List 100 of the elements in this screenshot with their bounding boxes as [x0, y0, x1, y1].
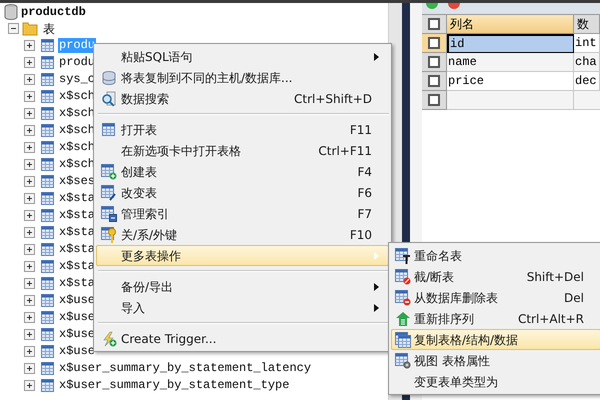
tree-item[interactable]: x$ses [58, 174, 96, 189]
menu-item[interactable]: 更多表操作 [96, 245, 389, 266]
table-cell[interactable]: dec [574, 72, 600, 91]
key-icon [101, 226, 117, 242]
menu-item[interactable]: 导入 [96, 297, 389, 318]
expand-icon[interactable] [24, 244, 35, 255]
table-icon [40, 106, 56, 122]
expand-icon[interactable] [24, 346, 35, 357]
menu-item[interactable]: 关/系/外键 F10 [96, 224, 389, 245]
collapse-icon[interactable] [8, 23, 19, 34]
expand-icon[interactable] [24, 227, 35, 238]
expand-icon[interactable] [24, 159, 35, 170]
table-icon [40, 140, 56, 156]
expand-icon[interactable] [24, 295, 35, 306]
row-header[interactable] [422, 72, 447, 91]
expand-icon[interactable] [24, 176, 35, 187]
menu-item[interactable]: 备份/导出 [96, 276, 389, 297]
expand-icon[interactable] [24, 261, 35, 272]
menu-item[interactable]: 改变表 F6 [96, 182, 389, 203]
menu-item[interactable]: 从数据库删除表 Del [391, 287, 600, 308]
row-header[interactable] [422, 91, 447, 110]
checkbox[interactable] [428, 94, 440, 106]
row-header[interactable] [422, 53, 447, 72]
table-icon [40, 344, 56, 360]
search-icon [101, 90, 117, 106]
menu-item[interactable]: 粘贴SQL语句 [96, 46, 389, 67]
tree-item[interactable]: x$use [58, 344, 96, 359]
expand-icon[interactable] [24, 91, 35, 102]
expand-icon[interactable] [24, 312, 35, 323]
checkbox[interactable] [428, 37, 440, 49]
expand-icon[interactable] [24, 74, 35, 85]
tree-item[interactable]: x$use [58, 293, 96, 308]
table-icon [40, 292, 56, 308]
expand-icon[interactable] [24, 278, 35, 289]
table-icon [40, 190, 56, 206]
expand-icon[interactable] [24, 210, 35, 221]
column-header[interactable]: 列名 [447, 15, 574, 34]
checkbox[interactable] [428, 56, 440, 68]
table-icon [40, 378, 56, 394]
cancel-icon[interactable] [448, 3, 460, 11]
expand-icon[interactable] [24, 125, 35, 136]
table-cell[interactable] [447, 91, 574, 110]
database-name[interactable]: productdb [21, 2, 86, 20]
tree-item[interactable]: x$sta [58, 208, 96, 223]
table-cell[interactable]: cha [574, 53, 600, 72]
expand-icon[interactable] [24, 108, 35, 119]
table-icon [40, 208, 56, 224]
menu-item[interactable]: 截/断表 Shift+Del [391, 266, 600, 287]
menu-item[interactable]: 打开表 F11 [96, 119, 389, 140]
truncate-icon [395, 268, 411, 284]
database-icon [101, 70, 117, 86]
tree-item[interactable]: x$sta [58, 242, 96, 257]
tree-item[interactable]: x$use [58, 327, 96, 342]
tree-item[interactable]: x$sta [58, 276, 96, 291]
table-icon [40, 38, 56, 54]
table-icon [40, 54, 56, 70]
menu-item[interactable]: 重命名表 [391, 245, 600, 266]
tree-item[interactable]: x$user_summary_by_statement_latency [58, 361, 312, 376]
menu-item[interactable]: 复制表格/结构/数据 [391, 329, 600, 350]
menu-item[interactable]: 创建表 F4 [96, 161, 389, 182]
expand-icon[interactable] [24, 329, 35, 340]
tree-item[interactable]: x$sta [58, 259, 96, 274]
table-icon [40, 72, 56, 88]
table-icon [40, 360, 56, 376]
menu-item[interactable]: 将表复制到不同的主机/数据库... [96, 67, 389, 88]
menu-item[interactable]: 在新选项卡中打开表格 Ctrl+F11 [96, 140, 389, 161]
row-header[interactable] [422, 34, 447, 53]
table-cell[interactable]: int [574, 34, 600, 53]
table-cell[interactable]: id [447, 34, 574, 53]
folder-icon [22, 21, 38, 36]
tree-item[interactable]: x$sta [58, 225, 96, 240]
table-icon [40, 276, 56, 292]
expand-icon[interactable] [24, 57, 35, 68]
menu-item[interactable]: 变更表单类型为 [391, 371, 600, 392]
menu-item[interactable]: 视图 表格属性 [391, 350, 600, 371]
expand-icon[interactable] [24, 380, 35, 391]
table-cell[interactable] [574, 91, 600, 110]
tree-item[interactable]: sys_c [58, 72, 96, 87]
menu-item[interactable]: 数据搜索 Ctrl+Shift+D [96, 88, 389, 109]
column-header[interactable]: 数 [574, 15, 600, 34]
table-icon [40, 88, 56, 104]
table-cell[interactable]: name [447, 53, 574, 72]
menu-item[interactable]: Create Trigger... [96, 328, 389, 349]
table-icon [40, 224, 56, 240]
checkbox[interactable] [428, 18, 440, 30]
tree-item[interactable]: x$sta [58, 191, 96, 206]
expand-icon[interactable] [24, 363, 35, 374]
copy-table-icon [395, 332, 411, 348]
menu-item[interactable]: 管理索引 F7 [96, 203, 389, 224]
menu-item[interactable]: 重新排序列 Ctrl+Alt+R [391, 308, 600, 329]
expand-icon[interactable] [24, 142, 35, 153]
table-cell[interactable]: price [447, 72, 574, 91]
expand-icon[interactable] [24, 40, 35, 51]
checkbox[interactable] [428, 75, 440, 87]
submenu-arrow-icon [374, 52, 380, 60]
tree-item[interactable]: x$use [58, 310, 96, 325]
tree-item[interactable]: 表 [43, 20, 55, 38]
table-icon [40, 122, 56, 138]
tree-item[interactable]: x$user_summary_by_statement_type [58, 378, 290, 393]
expand-icon[interactable] [24, 193, 35, 204]
